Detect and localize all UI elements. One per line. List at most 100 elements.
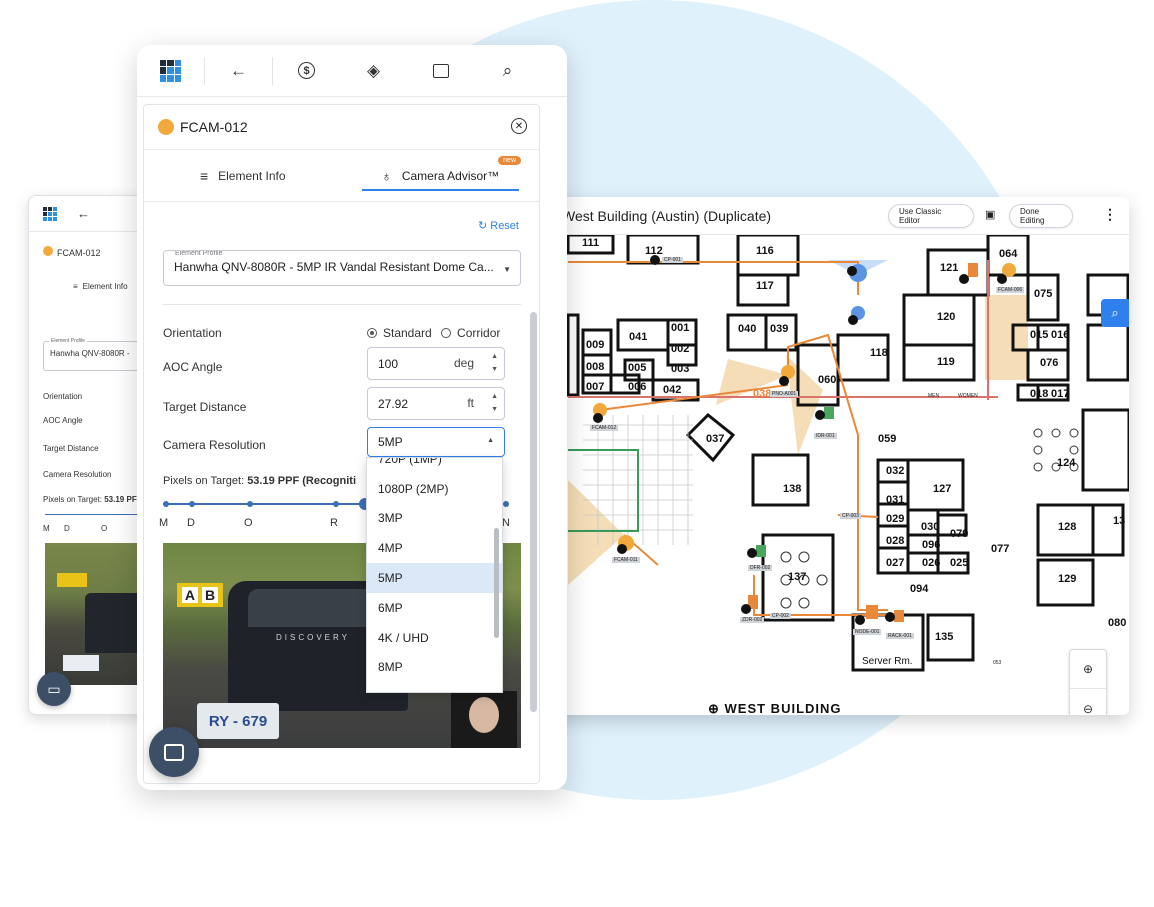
- main-toolbar: ← $ ◈ ⌕: [137, 45, 567, 97]
- new-badge: new: [498, 156, 521, 165]
- back-aoc-label: AOC Angle: [43, 416, 83, 425]
- camera-badge-icon: [43, 246, 53, 256]
- element-header: FCAM-012 ✕: [144, 105, 539, 150]
- classic-editor-button[interactable]: Use Classic Editor: [888, 204, 974, 228]
- orientation-standard[interactable]: Standard: [367, 326, 432, 340]
- back-chat-button[interactable]: ▭: [37, 672, 71, 706]
- back-profile-select[interactable]: Element Profile Hanwha QNV-8080R -: [43, 338, 145, 371]
- tab-camera-advisor[interactable]: ♁ Camera Advisor™ new: [342, 150, 540, 201]
- tab-element-info[interactable]: ≡ Element Info: [144, 150, 342, 201]
- option-12mp[interactable]: 12MP: [367, 682, 502, 692]
- camera-badge-icon: [158, 119, 174, 135]
- section-divider: [163, 304, 521, 305]
- layers-icon[interactable]: ◈: [340, 45, 407, 96]
- save-icon[interactable]: ▣: [985, 208, 995, 221]
- option-3mp[interactable]: 3MP: [367, 504, 502, 534]
- license-plate: RY - 679: [197, 703, 279, 739]
- back-distance-label: Target Distance: [43, 444, 99, 453]
- back-panel-toolbar: ←: [29, 196, 145, 232]
- map-search-icon[interactable]: ⌕: [1101, 299, 1129, 327]
- chat-icon: [164, 743, 184, 761]
- reset-button[interactable]: ↻ Reset: [478, 219, 519, 232]
- target-distance-input[interactable]: 27.92 ft ▲ ▼: [367, 387, 505, 420]
- option-720p[interactable]: 720P (1MP): [367, 458, 502, 474]
- radio-unchecked-icon: [441, 328, 452, 338]
- chevron-up-icon: ▲: [487, 437, 494, 444]
- back-tick-d: D: [64, 524, 70, 533]
- map-title: West Building (Austin) (Duplicate): [562, 207, 772, 224]
- back-panel-title: FCAM-012: [43, 246, 101, 258]
- floorplan-canvas[interactable]: 111 112 116 121 064 117 075 120 040 039 …: [548, 235, 1129, 715]
- zoom-out-icon[interactable]: ⊖: [1070, 689, 1106, 716]
- slider-tick: [503, 501, 509, 507]
- slider-tick: [189, 501, 195, 507]
- chat-icon: ▭: [47, 680, 61, 697]
- resolution-dropdown: 720P (1MP) 1080P (2MP) 3MP 4MP 5MP 6MP 4…: [366, 457, 503, 693]
- back-tick-o: O: [101, 524, 108, 533]
- target-distance-label: Target Distance: [163, 400, 247, 414]
- aoc-angle-label: AOC Angle: [163, 360, 223, 374]
- reset-icon: ↻: [477, 220, 488, 232]
- chat-button[interactable]: [149, 727, 199, 777]
- more-menu-icon[interactable]: ⋮: [1103, 206, 1117, 223]
- comment-icon[interactable]: [407, 45, 474, 96]
- back-preview-photo: [45, 543, 145, 685]
- done-editing-button[interactable]: Done Editing: [1009, 204, 1073, 228]
- logo-icon[interactable]: [43, 206, 57, 221]
- sign-board: [57, 573, 87, 587]
- radio-checked-icon: [367, 328, 377, 338]
- logo-icon[interactable]: [137, 45, 204, 96]
- person-thumbnail: [451, 691, 517, 748]
- zoom-controls: ⊕ ⊖: [1069, 649, 1107, 715]
- element-title: FCAM-012: [180, 119, 248, 135]
- back-pixels-on-target: Pixels on Target: 53.19 PF: [43, 495, 137, 504]
- tick-m: M: [159, 517, 169, 529]
- close-icon[interactable]: ✕: [511, 118, 527, 134]
- option-5mp[interactable]: 5MP: [367, 563, 502, 593]
- option-4mp[interactable]: 4MP: [367, 533, 502, 563]
- option-4k[interactable]: 4K / UHD: [367, 623, 502, 653]
- chevron-down-icon: ▼: [503, 265, 511, 274]
- floorplan-window: West Building (Austin) (Duplicate) Use C…: [548, 197, 1129, 715]
- slider-tick: [163, 501, 169, 507]
- tick-n: N: [502, 517, 510, 529]
- aoc-angle-input[interactable]: 100 deg ▲ ▼: [367, 347, 505, 380]
- option-6mp[interactable]: 6MP: [367, 593, 502, 623]
- stepper-icon[interactable]: ▲ ▼: [491, 390, 498, 416]
- parking-sign: A B: [177, 583, 223, 607]
- option-1080p[interactable]: 1080P (2MP): [367, 474, 502, 504]
- tick-r: R: [330, 517, 338, 529]
- back-arrow-icon[interactable]: ←: [77, 206, 90, 221]
- camera-resolution-label: Camera Resolution: [163, 438, 266, 452]
- lightbulb-icon: ♁: [381, 167, 392, 184]
- search-icon[interactable]: ⌕: [474, 45, 541, 96]
- tick-d: D: [187, 517, 195, 529]
- stepper-icon[interactable]: ▲ ▼: [491, 350, 498, 376]
- tick-o: O: [244, 517, 253, 529]
- slider-tick: [247, 501, 253, 507]
- option-8mp[interactable]: 8MP: [367, 653, 502, 683]
- license-plate: [63, 655, 99, 671]
- panel-scrollbar[interactable]: [530, 312, 537, 712]
- back-tick-m: M: [43, 524, 50, 533]
- back-panel-tab[interactable]: ≡ Element Info: [73, 282, 128, 291]
- slider-tick: [333, 501, 339, 507]
- map-header: West Building (Austin) (Duplicate) Use C…: [548, 197, 1129, 235]
- marker-labels: CP-001 FCAM-006 PNO-A001 FCAM-012 IDR-00…: [590, 257, 1025, 666]
- camera-resolution-select[interactable]: 5MP ▲: [367, 427, 505, 457]
- back-resolution-label: Camera Resolution: [43, 470, 112, 479]
- edit-list-icon: ≡: [199, 167, 209, 184]
- dollar-icon[interactable]: $: [273, 45, 340, 96]
- back-panel: ← FCAM-012 ≡ Element Info Element Profile…: [28, 195, 146, 715]
- orientation-radio-group: Standard Corridor: [367, 326, 500, 340]
- panel-tabs: ≡ Element Info ♁ Camera Advisor™ new: [144, 150, 539, 202]
- zoom-in-icon[interactable]: ⊕: [1070, 650, 1106, 689]
- pixels-on-target: Pixels on Target: 53.19 PPF (Recogniti: [163, 475, 356, 487]
- orientation-corridor[interactable]: Corridor: [441, 326, 500, 340]
- dropdown-scrollbar[interactable]: [494, 528, 499, 638]
- back-arrow-icon[interactable]: ←: [205, 45, 272, 96]
- edit-list-icon: ≡: [73, 282, 78, 291]
- orientation-label: Orientation: [163, 326, 222, 340]
- back-slider-track[interactable]: [45, 514, 145, 515]
- element-profile-select[interactable]: Element Profile Hanwha QNV-8080R - 5MP I…: [163, 250, 521, 286]
